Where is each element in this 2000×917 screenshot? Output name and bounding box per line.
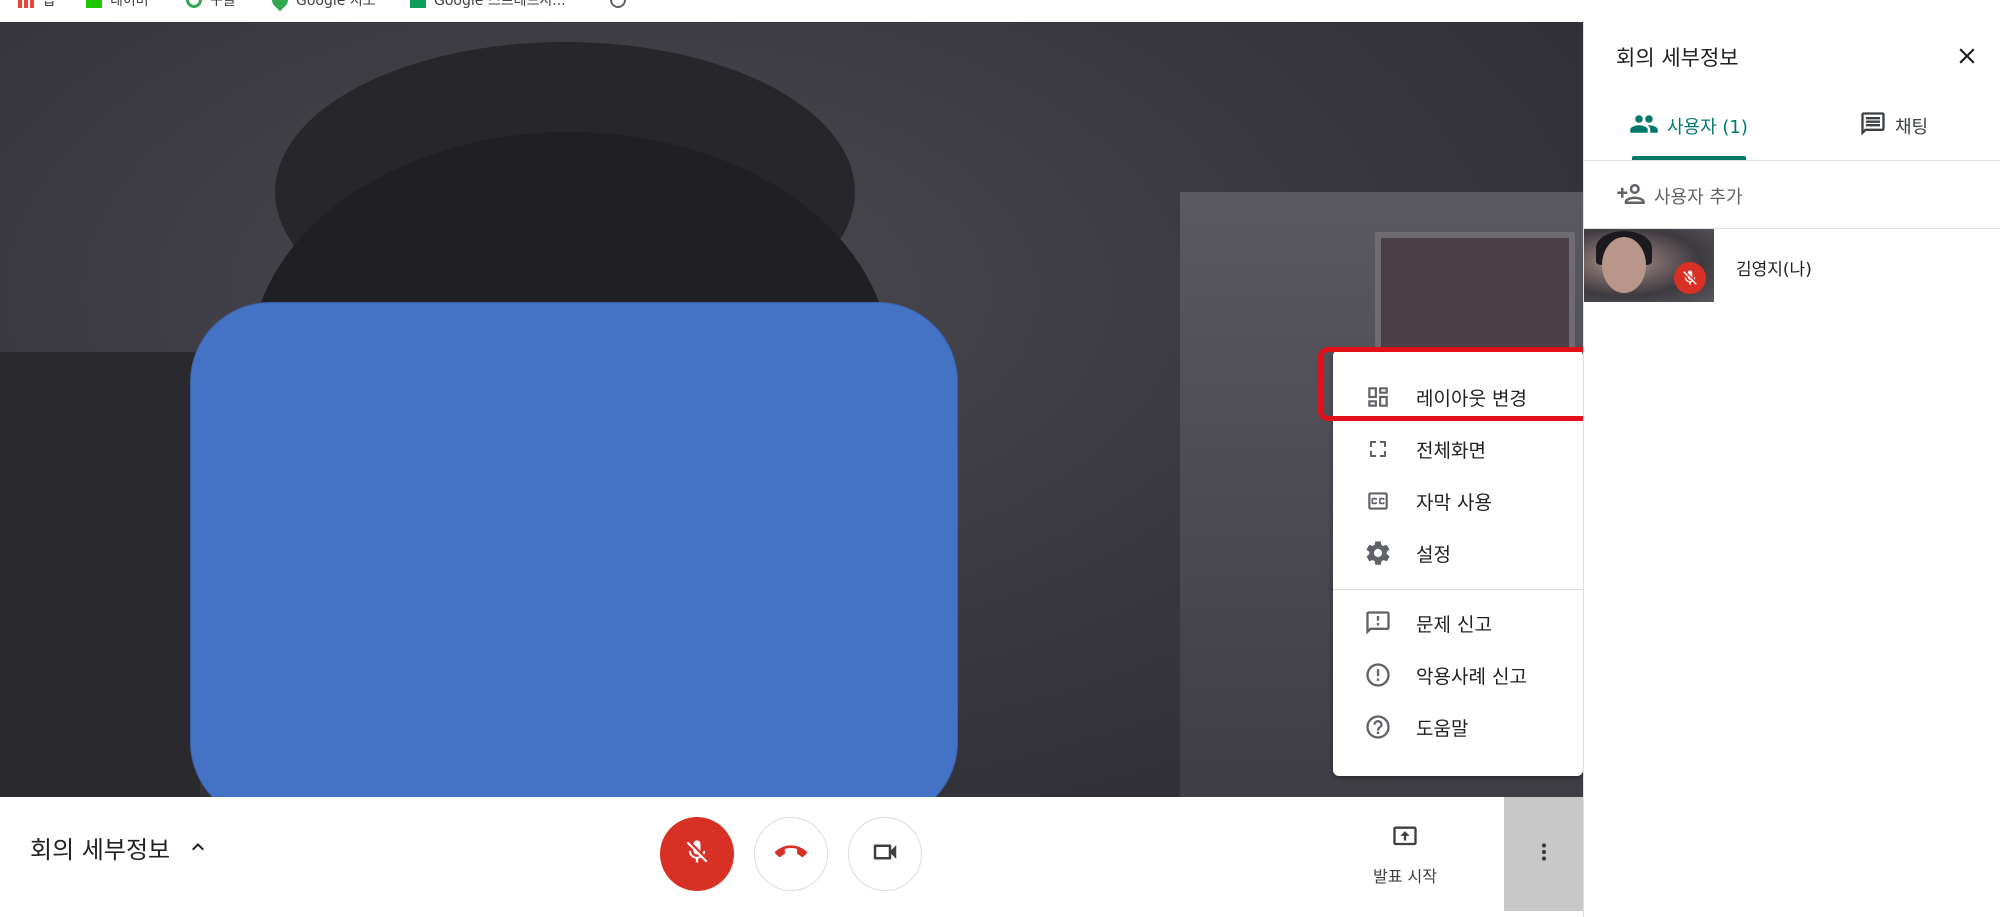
add-people-label: 사용자 추가 [1654, 187, 1743, 208]
chat-icon [1859, 110, 1887, 142]
people-icon [1629, 109, 1659, 143]
bookmark-sheets[interactable]: Google 스프레드시... [410, 0, 566, 10]
meeting-details-toggle[interactable]: 회의 세부정보 [30, 827, 210, 867]
video-camera-icon [870, 837, 900, 871]
bookmark-apps[interactable]: 앱 [18, 0, 55, 10]
close-panel-button[interactable] [1951, 42, 1983, 74]
panel-divider [1584, 160, 2000, 161]
video-background [0, 352, 200, 797]
bookmark-label: Google 스프레드시... [434, 0, 566, 9]
privacy-redaction-box [190, 302, 958, 797]
video-background-poster [1375, 232, 1575, 362]
present-screen-icon [1390, 823, 1420, 855]
close-icon [1954, 43, 1980, 73]
bookmark-naver[interactable]: 네이버 [86, 0, 149, 10]
tab-label: 채팅 [1895, 117, 1929, 138]
menu-item-report-problem[interactable]: 문제 신고 [1333, 598, 1583, 648]
menu-item-label: 악용사례 신고 [1416, 665, 1527, 688]
chevron-up-icon [186, 835, 210, 859]
meeting-details-label: 회의 세부정보 [30, 835, 171, 864]
bookmark-label: 구글 [210, 0, 236, 9]
apps-grid-icon [18, 0, 34, 8]
captions-icon [1362, 485, 1394, 517]
menu-item-label: 전체화면 [1416, 439, 1486, 462]
feedback-icon [1362, 607, 1394, 639]
maps-pin-icon [268, 0, 292, 12]
menu-item-fullscreen[interactable]: 전체화면 [1333, 424, 1583, 474]
sheets-icon [410, 0, 426, 8]
globe-icon [610, 0, 626, 8]
meeting-details-panel: 회의 세부정보 사용자 (1) 채팅 사용자 추가 김영지(나) [1583, 22, 2000, 917]
fullscreen-icon [1362, 433, 1394, 465]
participant-muted-badge [1674, 262, 1706, 294]
present-now-button[interactable]: 발표 시작 [1360, 823, 1450, 893]
menu-item-report-abuse[interactable]: 악용사례 신고 [1333, 650, 1583, 700]
menu-item-help[interactable]: 도움말 [1333, 702, 1583, 752]
call-controls-bar: 회의 세부정보 발표 시작 [0, 797, 1583, 917]
google-icon [186, 0, 202, 8]
menu-divider [1333, 589, 1583, 590]
naver-icon [86, 0, 102, 8]
settings-gear-icon [1362, 537, 1394, 569]
bookmark-extra[interactable] [610, 0, 634, 10]
tab-chat[interactable]: 채팅 [1859, 106, 1928, 146]
hang-up-phone-icon [774, 836, 807, 872]
bookmarks-bar: 앱 네이버 구글 Google 지도 Google 스프레드시... [0, 0, 2000, 22]
mic-off-icon [683, 838, 711, 870]
leave-call-button[interactable] [754, 817, 828, 891]
participant-name: 김영지(나) [1736, 260, 1812, 280]
tab-label: 사용자 (1) [1667, 117, 1748, 138]
menu-item-settings[interactable]: 설정 [1333, 528, 1583, 578]
add-person-icon [1616, 179, 1646, 213]
menu-item-label: 자막 사용 [1416, 491, 1492, 514]
bookmark-maps[interactable]: Google 지도 [268, 0, 376, 12]
tab-people[interactable]: 사용자 (1) [1629, 106, 1748, 146]
menu-item-captions[interactable]: 자막 사용 [1333, 476, 1583, 526]
report-abuse-icon [1362, 659, 1394, 691]
bookmark-label: 네이버 [110, 0, 149, 9]
bookmark-label: 앱 [42, 0, 55, 9]
bookmark-google[interactable]: 구글 [186, 0, 236, 10]
menu-item-label: 설정 [1416, 543, 1451, 566]
add-people-button[interactable]: 사용자 추가 [1616, 180, 1743, 212]
help-icon [1362, 711, 1394, 743]
participant-row[interactable]: 김영지(나) [1584, 229, 2000, 304]
more-vert-icon [1531, 839, 1557, 869]
mic-off-icon [1683, 270, 1697, 285]
menu-item-label: 문제 신고 [1416, 613, 1492, 636]
bookmark-label: Google 지도 [296, 0, 376, 9]
microphone-toggle-button[interactable] [660, 817, 734, 891]
camera-toggle-button[interactable] [848, 817, 922, 891]
menu-item-label: 도움말 [1416, 717, 1469, 740]
more-options-button[interactable] [1504, 797, 1583, 911]
present-now-label: 발표 시작 [1373, 867, 1437, 886]
panel-title: 회의 세부정보 [1616, 46, 1739, 70]
